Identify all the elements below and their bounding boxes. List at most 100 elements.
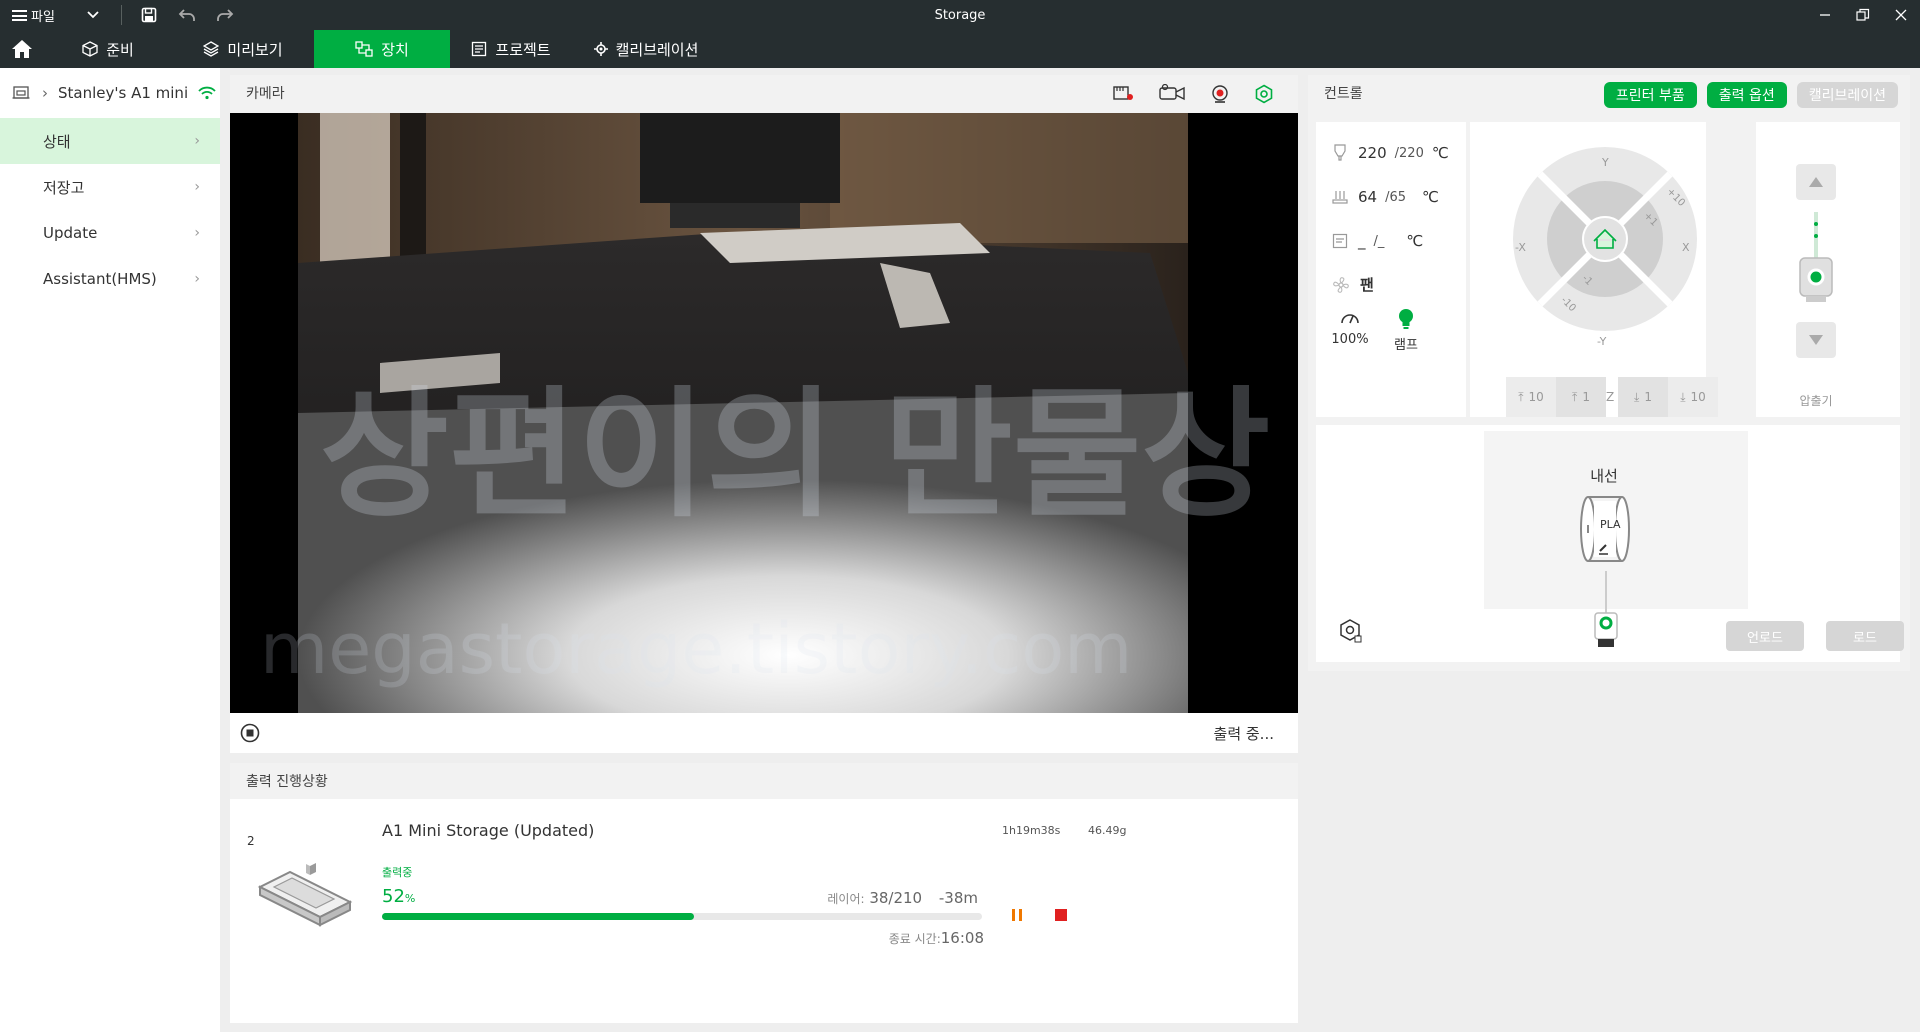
- sidebar-item-update[interactable]: Update ›: [0, 210, 220, 256]
- jog-y-minus[interactable]: -Y: [1597, 335, 1606, 348]
- sidebar-item-label: 상태: [43, 132, 71, 151]
- undo-icon[interactable]: [176, 4, 198, 26]
- bed-temp[interactable]: 64 /65 ℃: [1332, 188, 1439, 206]
- tab-prepare[interactable]: 준비: [44, 30, 172, 68]
- end-time-label: 종료 시간:: [888, 932, 941, 946]
- camera-toolbar: [1112, 84, 1274, 104]
- sidebar-item-assistant[interactable]: Assistant(HMS) ›: [0, 256, 220, 302]
- stop-stream-icon[interactable]: [240, 723, 260, 743]
- fan-control[interactable]: 팬: [1332, 274, 1374, 295]
- chamber-unit: ℃: [1406, 232, 1424, 250]
- minimize-icon[interactable]: [1806, 0, 1844, 30]
- print-options-button[interactable]: 출력 옵션: [1706, 82, 1787, 108]
- progress-fill: [382, 913, 694, 920]
- save-icon[interactable]: [138, 4, 160, 26]
- feeder-icon: [1594, 571, 1618, 647]
- tab-calibration[interactable]: 캘리브레이션: [572, 30, 720, 68]
- tab-label: 장치: [381, 40, 409, 59]
- calibration-button[interactable]: 캘리브레이션: [1796, 82, 1898, 108]
- pause-button[interactable]: [1005, 903, 1029, 927]
- file-menu[interactable]: 파일: [0, 0, 99, 30]
- device-icon: [355, 41, 373, 57]
- sidebar-item-label: 저장고: [43, 178, 85, 197]
- chevron-right-icon: ›: [194, 179, 200, 195]
- window-controls: [1806, 0, 1920, 30]
- title-bar: 파일 Storage: [0, 0, 1920, 30]
- device-selector[interactable]: › Stanley's A1 mini: [0, 68, 220, 118]
- nozzle-unit: ℃: [1431, 144, 1449, 162]
- speed-value: 100%: [1331, 332, 1369, 347]
- tab-label: 미리보기: [227, 40, 283, 59]
- z-down-1-button[interactable]: ⤓ 1: [1618, 377, 1668, 417]
- webcam-icon[interactable]: [1210, 84, 1230, 104]
- chevron-down-icon[interactable]: [87, 8, 99, 22]
- printer-parts-button[interactable]: 프린터 부품: [1603, 82, 1697, 108]
- z-down-10-button[interactable]: ⤓ 10: [1668, 377, 1718, 417]
- model-thumbnail: [257, 863, 353, 927]
- unload-button[interactable]: 언로드: [1726, 621, 1804, 651]
- chamber-target: /_: [1373, 233, 1385, 249]
- progress-body: 2 A1 Mini Storage (Updated) 1h19m38s 46.…: [230, 799, 1298, 1023]
- plate-number: 2: [247, 834, 255, 848]
- chevron-right-icon: ›: [194, 225, 200, 241]
- lamp-icon: [1399, 309, 1413, 329]
- job-name: A1 Mini Storage (Updated): [382, 821, 595, 840]
- camera-feed: 상편이의 만물상 megastorage.tistory.com: [230, 113, 1298, 713]
- z-up-10-button[interactable]: ⤒ 10: [1506, 377, 1556, 417]
- speed-gauge-icon: [1341, 314, 1359, 324]
- progress-percent: 52%: [382, 886, 415, 907]
- record-video-icon[interactable]: [1158, 84, 1186, 102]
- camera-image: 상편이의 만물상 megastorage.tistory.com: [230, 113, 1298, 713]
- jog-y-plus[interactable]: Y: [1602, 156, 1609, 169]
- extruder-label: 압출기: [1799, 394, 1833, 408]
- stop-icon: [1055, 909, 1067, 921]
- camera-settings-icon[interactable]: [1254, 84, 1274, 104]
- nozzle-settings-icon[interactable]: [1338, 618, 1364, 644]
- menu-icon: [12, 9, 27, 21]
- jog-x-plus[interactable]: X: [1682, 241, 1690, 254]
- heatbed-icon: [1332, 191, 1348, 204]
- fan-label: 팬: [1360, 276, 1374, 294]
- printer-icon: [12, 86, 30, 99]
- jog-control-box: Y -Y X -X +10 +1 -1 -10 ⤒ 10 ⤒ 1 Z ⤓ 1 ⤓ 10: [1470, 122, 1718, 417]
- tab-device[interactable]: 장치: [314, 30, 450, 68]
- lamp-toggle[interactable]: 램프: [1386, 308, 1426, 353]
- extrude-up-button[interactable]: [1796, 164, 1836, 200]
- percent-unit: %: [404, 892, 416, 905]
- nozzle-icon: [1334, 144, 1346, 161]
- project-icon: [472, 41, 487, 57]
- home-icon[interactable]: [0, 30, 44, 68]
- extrude-down-button[interactable]: [1796, 322, 1836, 358]
- chamber-current: _: [1358, 232, 1366, 250]
- jog-x-minus[interactable]: -X: [1515, 241, 1526, 254]
- nozzle-temp[interactable]: 220 /220 ℃: [1332, 144, 1449, 162]
- spool-title: 내선: [1590, 467, 1618, 485]
- tab-label: 프로젝트: [495, 40, 551, 59]
- temperature-box: 220 /220 ℃ 64 /65 ℃ _ /_ ℃ 팬 100% 램프: [1316, 122, 1466, 417]
- device-sidebar: › Stanley's A1 mini 상태 › 저장고 › Update › …: [0, 68, 220, 1032]
- xy-jog-pad[interactable]: [1510, 144, 1700, 334]
- tab-preview[interactable]: 미리보기: [172, 30, 314, 68]
- file-menu-label: 파일: [31, 9, 55, 25]
- stop-print-button[interactable]: [1049, 903, 1073, 927]
- tab-project[interactable]: 프로젝트: [450, 30, 572, 68]
- z-step-label: 1: [1644, 390, 1652, 404]
- z-up-1-button[interactable]: ⤒ 1: [1556, 377, 1606, 417]
- tab-label: 준비: [106, 40, 134, 59]
- tab-label: 캘리브레이션: [615, 40, 699, 59]
- speed-control[interactable]: 100%: [1330, 310, 1370, 347]
- chamber-temp[interactable]: _ /_ ℃: [1332, 232, 1423, 250]
- sd-card-icon[interactable]: [1112, 84, 1134, 102]
- svg-text:상편이의 만물상: 상편이의 만물상: [320, 374, 1270, 537]
- load-button[interactable]: 로드: [1826, 621, 1904, 651]
- print-progress-panel: 출력 진행상황 2 A1 Mini Storage (Updated) 1h19…: [230, 763, 1298, 1023]
- z-step-label: 10: [1528, 390, 1544, 404]
- close-icon[interactable]: [1882, 0, 1920, 30]
- window-title: Storage: [934, 7, 986, 23]
- redo-icon[interactable]: [214, 4, 236, 26]
- sidebar-item-status[interactable]: 상태 ›: [0, 118, 220, 164]
- device-name: Stanley's A1 mini: [58, 84, 189, 102]
- sidebar-item-storage[interactable]: 저장고 ›: [0, 164, 220, 210]
- z-axis-label: Z: [1606, 390, 1615, 404]
- restore-icon[interactable]: [1844, 0, 1882, 30]
